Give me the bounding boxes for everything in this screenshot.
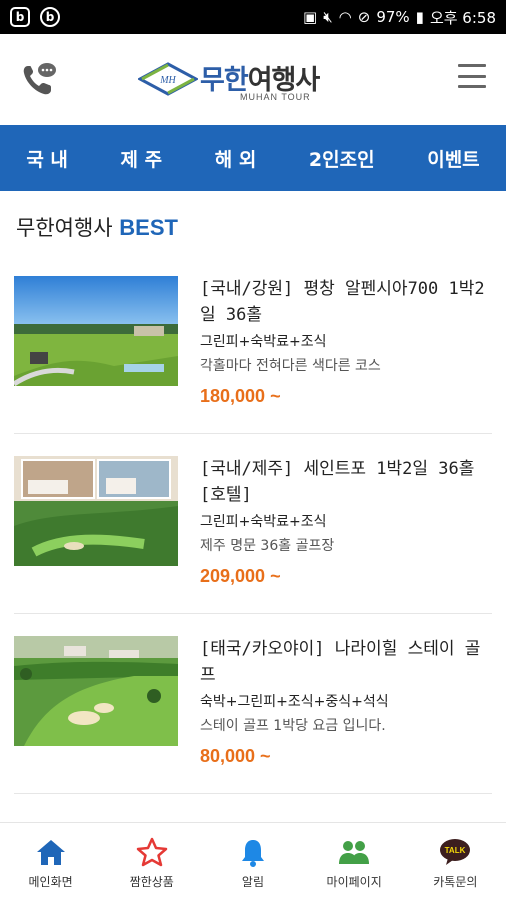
tab-home[interactable]: 메인화면: [3, 823, 99, 900]
battery-icon: ▮: [415, 8, 424, 26]
product-tags: 숙박+그린피+조식+중식+석식: [200, 694, 389, 710]
nav-item-2-person-join[interactable]: 2인조인: [303, 145, 381, 172]
nav-item-domestic[interactable]: 국 내: [20, 145, 74, 172]
list-divider: [14, 433, 492, 434]
status-left: b b: [10, 7, 60, 27]
product-image-hotel-golf[interactable]: [14, 456, 178, 566]
logo-emblem-icon: MH: [138, 62, 198, 96]
users-icon: [339, 841, 370, 864]
nav-item-overseas[interactable]: 해 외: [209, 145, 263, 172]
app-header: MH 무한여행사 MUHAN TOUR: [0, 34, 506, 125]
screenshot-icon: ▣: [303, 8, 318, 26]
product-card[interactable]: [태국/카오야이] 나라이힐 스테이 골프 숙박+그린피+조식+중식+석식 스테…: [14, 636, 492, 804]
product-info: [국내/제주] 세인트포 1박2일 36홀[호텔] 그린피+숙박료+조식 제주 …: [200, 456, 492, 587]
best-section-title: 무한여행사 BEST: [16, 212, 178, 242]
tab-hot-deals[interactable]: 짬한상품: [104, 823, 200, 900]
clock: 오후 6:58: [429, 8, 496, 27]
product-image-golf-course[interactable]: [14, 276, 178, 386]
product-info: [국내/강원] 평창 알펜시아700 1박2일 36홀 그린피+숙박료+조식 각…: [200, 276, 492, 407]
kakaotalk-icon: TALK: [440, 839, 471, 865]
product-description: 스테이 골프 1박당 요금 입니다.: [200, 718, 386, 734]
nav-item-event[interactable]: 이벤트: [421, 145, 485, 172]
best-title-accent: BEST: [119, 215, 178, 240]
product-tags: 그린피+숙박료+조식: [200, 514, 327, 530]
product-price: 180,000 ~: [200, 386, 281, 406]
product-title[interactable]: [국내/강원] 평창 알펜시아700 1박2일 36홀: [200, 276, 492, 328]
b-circle-app-icon: b: [40, 7, 60, 27]
tab-notifications[interactable]: 알림: [205, 823, 301, 900]
brand-logo[interactable]: MH 무한여행사 MUHAN TOUR: [138, 56, 358, 106]
star-icon: [136, 837, 168, 867]
product-card[interactable]: [국내/강원] 평창 알펜시아700 1박2일 36홀 그린피+숙박료+조식 각…: [14, 276, 492, 444]
product-image-resort-golf[interactable]: [14, 636, 178, 746]
tab-label: 짬한상품: [129, 875, 174, 889]
tab-label: 메인화면: [28, 875, 73, 889]
status-bar: b b ▣ 🔇︎ ◠ ⊘ 97% ▮ 오후 6:58: [0, 0, 506, 34]
list-divider: [14, 613, 492, 614]
b-app-icon: b: [10, 7, 30, 27]
product-description: 제주 명문 36홀 골프장: [200, 538, 335, 554]
logo-mark-text: MH: [159, 75, 176, 86]
tab-label: 마이페이지: [326, 875, 382, 889]
logo-subtitle: MUHAN TOUR: [240, 92, 311, 102]
tab-label: 알림: [241, 875, 265, 889]
wifi-icon: ◠: [338, 8, 352, 26]
dnd-icon: ⊘: [357, 8, 371, 26]
status-right: ▣ 🔇︎ ◠ ⊘ 97% ▮ 오후 6:58: [303, 7, 496, 28]
product-info: [태국/카오야이] 나라이힐 스테이 골프 숙박+그린피+조식+중식+석식 스테…: [200, 636, 492, 767]
svg-text:TALK: TALK: [445, 846, 466, 855]
nav-item-jeju[interactable]: 제 주: [115, 145, 169, 172]
list-divider: [14, 793, 492, 794]
product-price: 80,000 ~: [200, 746, 271, 766]
hamburger-menu-icon[interactable]: [458, 64, 486, 88]
bottom-tab-bar: 메인화면 짬한상품 알림 마이페이지 TALK 카톡문의: [0, 822, 506, 900]
product-card[interactable]: [국내/제주] 세인트포 1박2일 36홀[호텔] 그린피+숙박료+조식 제주 …: [14, 456, 492, 624]
tab-kakao-inquiry[interactable]: TALK 카톡문의: [407, 823, 503, 900]
product-title[interactable]: [국내/제주] 세인트포 1박2일 36홀[호텔]: [200, 456, 492, 508]
battery-percent: 97%: [376, 8, 410, 26]
product-description: 각홀마다 전혀다른 색다른 코스: [200, 358, 381, 374]
bell-icon: [241, 840, 264, 867]
best-title-prefix: 무한여행사: [16, 216, 113, 240]
home-icon: [36, 840, 65, 865]
product-title[interactable]: [태국/카오야이] 나라이힐 스테이 골프: [200, 636, 492, 688]
phone-chat-icon[interactable]: [20, 60, 58, 98]
category-nav: 국 내 제 주 해 외 2인조인 이벤트: [0, 125, 506, 191]
product-tags: 그린피+숙박료+조식: [200, 334, 327, 350]
mute-icon: 🔇︎: [323, 8, 333, 26]
product-price: 209,000 ~: [200, 566, 281, 586]
tab-my-page[interactable]: 마이페이지: [306, 823, 402, 900]
tab-label: 카톡문의: [433, 875, 478, 889]
